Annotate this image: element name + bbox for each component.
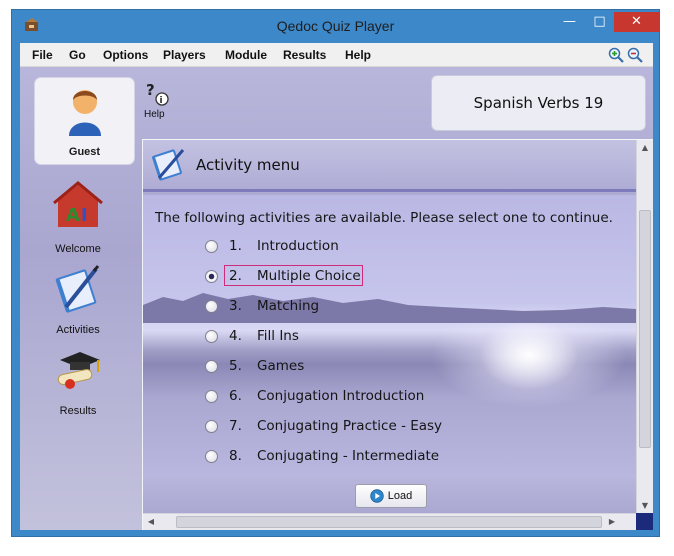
option-label: Introduction <box>257 238 339 254</box>
option-label: Games <box>257 358 305 374</box>
activity-option-4[interactable]: 4. Fill Ins <box>205 326 299 346</box>
radio-button[interactable] <box>205 299 218 313</box>
help-icon[interactable]: ? i <box>144 81 174 109</box>
app-window: Qedoc Quiz Player — □ ✕ File Go Options … <box>11 9 660 537</box>
menu-help[interactable]: Help <box>345 48 371 62</box>
radio-button[interactable] <box>205 449 218 463</box>
svg-text:i: i <box>160 96 163 106</box>
main-area: Guest A I Welcome Activities Results ? i… <box>20 67 653 530</box>
load-label: Load <box>387 490 413 502</box>
results-icon[interactable] <box>50 344 106 394</box>
activity-panel: Activity menu The following activities a… <box>142 139 653 530</box>
option-label: Conjugating Practice - Easy <box>257 418 443 434</box>
option-label: Matching <box>257 298 320 314</box>
radio-button[interactable] <box>205 239 218 253</box>
activity-option-5[interactable]: 5. Games <box>205 356 304 376</box>
menu-options[interactable]: Options <box>103 48 148 62</box>
minimize-icon: — <box>563 14 576 29</box>
option-label: Conjugation Introduction <box>257 388 425 404</box>
activity-option-3[interactable]: 3. Matching <box>205 296 319 316</box>
menu-players[interactable]: Players <box>163 48 206 62</box>
menu-results[interactable]: Results <box>283 48 326 62</box>
welcome-icon[interactable]: A I <box>50 181 106 231</box>
instruction-text: The following activities are available. … <box>155 210 613 226</box>
scroll-corner <box>636 513 653 530</box>
option-number: 1. <box>229 238 242 254</box>
option-number: 8. <box>229 448 242 464</box>
scroll-up-icon[interactable]: ▲ <box>637 140 653 156</box>
module-title: Spanish Verbs 19 <box>431 75 646 131</box>
scroll-left-icon[interactable]: ◀ <box>143 514 159 530</box>
help-label[interactable]: Help <box>144 109 165 120</box>
minimize-button[interactable]: — <box>555 12 584 32</box>
option-label: Fill Ins <box>257 328 299 344</box>
svg-text:A: A <box>66 205 80 226</box>
close-icon: ✕ <box>631 14 642 29</box>
activities-label: Activities <box>56 324 100 336</box>
radio-button[interactable] <box>205 419 218 433</box>
radio-button[interactable] <box>205 389 218 403</box>
radio-button[interactable] <box>205 359 218 373</box>
zoom-out-icon[interactable] <box>627 47 643 63</box>
vertical-scroll-thumb[interactable] <box>639 210 651 448</box>
activity-option-8[interactable]: 8. Conjugating - Intermediate <box>205 446 439 466</box>
close-button[interactable]: ✕ <box>614 12 659 32</box>
user-tile[interactable]: Guest <box>34 77 135 165</box>
focus-outline <box>224 265 363 286</box>
option-label: Conjugating - Intermediate <box>257 448 440 464</box>
radio-button[interactable] <box>205 329 218 343</box>
menu-module[interactable]: Module <box>225 48 267 62</box>
menu-file[interactable]: File <box>32 48 53 62</box>
option-number: 6. <box>229 388 242 404</box>
activity-menu-title: Activity menu <box>196 156 300 174</box>
option-number: 5. <box>229 358 242 374</box>
zoom-in-icon[interactable] <box>608 47 624 63</box>
scroll-right-icon[interactable]: ▶ <box>604 514 620 530</box>
user-icon <box>69 90 101 136</box>
load-button[interactable]: Load <box>355 484 427 508</box>
option-number: 4. <box>229 328 242 344</box>
option-number: 7. <box>229 418 242 434</box>
horizontal-scrollbar[interactable]: ◀ ▶ <box>143 513 637 530</box>
client-area: File Go Options Players Module Results H… <box>20 43 653 530</box>
activity-option-1[interactable]: 1. Introduction <box>205 236 339 256</box>
menu-bar: File Go Options Players Module Results H… <box>20 43 653 67</box>
activity-list: The following activities are available. … <box>143 195 637 477</box>
button-bar: Load <box>143 477 637 514</box>
activities-icon[interactable] <box>50 263 106 313</box>
activity-header: Activity menu <box>143 140 637 192</box>
results-label: Results <box>59 405 97 417</box>
maximize-icon: □ <box>593 14 606 29</box>
horizontal-scroll-thumb[interactable] <box>176 516 602 528</box>
radio-button-selected[interactable] <box>205 269 218 283</box>
activity-option-2[interactable]: 2. Multiple Choice <box>205 265 363 286</box>
activity-option-7[interactable]: 7. Conjugating Practice - Easy <box>205 416 442 436</box>
play-icon <box>370 489 384 503</box>
vertical-scrollbar[interactable]: ▲ ▼ <box>636 140 653 514</box>
svg-text:I: I <box>81 205 88 226</box>
user-label: Guest <box>68 146 101 158</box>
activity-menu-icon <box>152 149 185 181</box>
menu-go[interactable]: Go <box>69 48 86 62</box>
svg-text:?: ? <box>146 81 155 99</box>
option-number: 3. <box>229 298 242 314</box>
activity-option-6[interactable]: 6. Conjugation Introduction <box>205 386 424 406</box>
maximize-button[interactable]: □ <box>585 12 614 32</box>
title-bar: Qedoc Quiz Player — □ ✕ <box>12 10 659 43</box>
welcome-label: Welcome <box>55 243 101 255</box>
scroll-down-icon[interactable]: ▼ <box>637 498 653 514</box>
